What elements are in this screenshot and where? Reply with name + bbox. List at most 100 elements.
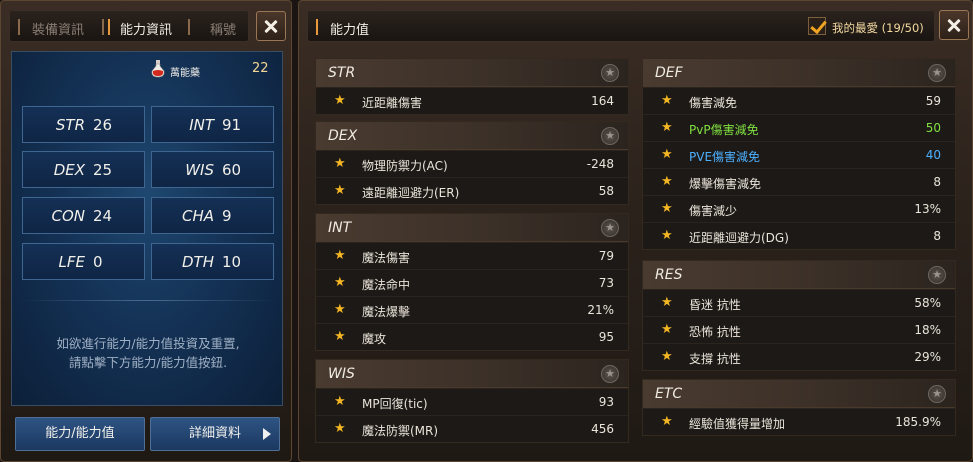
tab-titles[interactable]: 稱號 <box>210 19 236 38</box>
row-value: 456 <box>591 422 614 436</box>
divider <box>22 300 274 301</box>
row-value: 58% <box>914 296 941 310</box>
star-icon[interactable]: ★ <box>334 329 346 344</box>
stat-cha: CHA 9 <box>151 197 274 234</box>
star-icon[interactable]: ★ <box>334 183 346 198</box>
stat-row: ★ 魔法爆擊 21% <box>316 296 628 323</box>
row-value: -248 <box>586 157 614 171</box>
tab-equipment-info[interactable]: 裝備資訊 <box>32 19 84 38</box>
stat-name: WIS <box>185 161 214 179</box>
right-close-button[interactable] <box>939 10 969 40</box>
row-label: 近距離迴避力(DG) <box>689 231 789 245</box>
favorites-checkbox[interactable] <box>808 17 826 35</box>
stat-value: 24 <box>93 207 113 225</box>
stat-row: ★ 魔法防禦(MR) 456 <box>316 415 628 442</box>
star-icon[interactable]: ★ <box>661 322 673 337</box>
stat-value: 25 <box>93 161 113 179</box>
row-value: 58 <box>598 184 614 198</box>
stat-lfe: LFE 0 <box>22 243 145 280</box>
group-etc: ETC ★ ★ 經驗值獲得量增加 185.9% <box>642 379 956 436</box>
details-button[interactable]: 詳細資料 <box>150 417 280 451</box>
favorite-star-icon[interactable]: ★ <box>928 385 946 403</box>
row-label: 昏迷 抗性 <box>689 298 741 312</box>
stat-name: INT <box>189 116 214 134</box>
group-title: DEX <box>328 128 358 144</box>
star-icon[interactable]: ★ <box>661 414 673 429</box>
row-label: 物理防禦力(AC) <box>362 159 448 173</box>
tab-divider <box>188 19 190 35</box>
favorite-star-icon[interactable]: ★ <box>601 219 619 237</box>
star-icon[interactable]: ★ <box>661 120 673 135</box>
group-header: INT ★ <box>316 214 628 242</box>
left-close-button[interactable] <box>256 11 286 41</box>
star-icon[interactable]: ★ <box>661 201 673 216</box>
ability-values-panel: 能力值 我的最愛 (19/50) STR ★ ★ 近距離傷害 164 DEX ★ ★… <box>298 0 973 462</box>
star-icon[interactable]: ★ <box>334 275 346 290</box>
row-value: 59 <box>925 94 941 108</box>
stat-row: ★ 恐怖 抗性 18% <box>643 316 955 343</box>
stat-name: DEX <box>53 161 85 179</box>
stat-row: ★ 支撐 抗性 29% <box>643 343 955 370</box>
stat-value: 91 <box>222 116 242 134</box>
elixir-count: 22 <box>252 61 269 76</box>
title-marker <box>316 19 318 35</box>
star-icon[interactable]: ★ <box>334 156 346 171</box>
stat-row: ★ 物理防禦力(AC) -248 <box>316 150 628 177</box>
star-icon[interactable]: ★ <box>334 421 346 436</box>
row-label: 魔法傷害 <box>362 251 411 265</box>
star-icon[interactable]: ★ <box>661 349 673 364</box>
star-icon[interactable]: ★ <box>661 147 673 162</box>
stat-row: ★ 近距離迴避力(DG) 8 <box>643 222 955 249</box>
group-header: DEF ★ <box>643 59 955 87</box>
stat-row: ★ 近距離傷害 164 <box>316 87 628 114</box>
star-icon[interactable]: ★ <box>334 93 346 108</box>
row-value: 8 <box>933 175 941 189</box>
favorite-star-icon[interactable]: ★ <box>928 266 946 284</box>
row-value: 164 <box>591 94 614 108</box>
stat-row: ★ MP回復(tic) 93 <box>316 388 628 415</box>
star-icon[interactable]: ★ <box>334 248 346 263</box>
star-icon[interactable]: ★ <box>661 174 673 189</box>
favorite-star-icon[interactable]: ★ <box>601 64 619 82</box>
favorite-star-icon[interactable]: ★ <box>928 64 946 82</box>
ability-info-panel: 裝備資訊 能力資訊 稱號 萬能藥 22 STR 26 INT 91 DEX 25… <box>0 0 292 462</box>
row-value: 73 <box>598 276 614 290</box>
row-label: 魔法命中 <box>362 278 411 292</box>
row-label: PVE傷害減免 <box>689 150 761 164</box>
stat-name: CON <box>51 207 85 225</box>
right-header: 能力值 我的最愛 (19/50) <box>307 10 935 42</box>
group-header: ETC ★ <box>643 380 955 408</box>
favorite-star-icon[interactable]: ★ <box>601 365 619 383</box>
star-icon[interactable]: ★ <box>661 228 673 243</box>
stat-row: ★ 傷害減少 13% <box>643 195 955 222</box>
row-value: 8 <box>933 229 941 243</box>
stat-row: ★ 傷害減免 59 <box>643 87 955 114</box>
stat-name: STR <box>55 116 85 134</box>
row-value: 21% <box>587 303 614 317</box>
row-label: 近距離傷害 <box>362 96 423 110</box>
star-icon[interactable]: ★ <box>661 295 673 310</box>
row-label: 恐怖 抗性 <box>689 325 741 339</box>
row-label: 魔法爆擊 <box>362 305 411 319</box>
row-label: 魔法防禦(MR) <box>362 424 439 438</box>
group-def: DEF ★ ★ 傷害減免 59 ★ PvP傷害減免 50 ★ PVE傷害減免 40 ★ 爆擊傷… <box>642 58 956 250</box>
tab-divider <box>18 19 20 35</box>
tab-active-marker <box>108 19 110 35</box>
favorite-star-icon[interactable]: ★ <box>601 127 619 145</box>
favorites-label: 我的最愛 (19/50) <box>832 21 924 35</box>
tab-ability-info[interactable]: 能力資訊 <box>120 19 172 38</box>
star-icon[interactable]: ★ <box>661 93 673 108</box>
row-value: 29% <box>914 350 941 364</box>
star-icon[interactable]: ★ <box>334 394 346 409</box>
hint-line: 請點擊下方能力/能力值按鈕. <box>68 355 228 370</box>
row-label: MP回復(tic) <box>362 397 428 411</box>
stat-value: 0 <box>93 253 103 271</box>
group-title: STR <box>328 65 356 81</box>
star-icon[interactable]: ★ <box>334 302 346 317</box>
ability-points-button[interactable]: 能力/能力值 <box>15 417 145 451</box>
stat-dth: DTH 10 <box>151 243 274 280</box>
group-title: ETC <box>655 386 683 402</box>
stat-name: LFE <box>58 253 85 271</box>
row-label: 經驗值獲得量增加 <box>689 417 786 431</box>
row-value: 50 <box>925 121 941 135</box>
